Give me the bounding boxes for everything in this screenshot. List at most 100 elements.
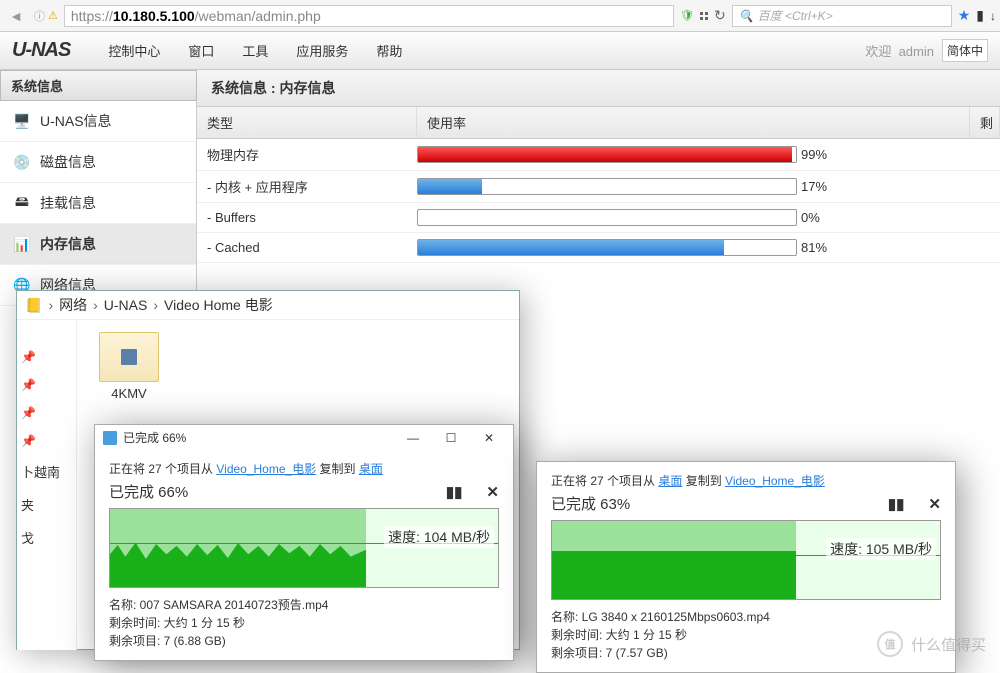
explorer-sidebar: 📌 📌 📌 📌 卜越南 夹 戈 xyxy=(17,320,77,650)
pin-icon[interactable]: 📌 xyxy=(21,406,36,420)
side-text: 戈 xyxy=(21,528,34,547)
logo: U-NAS xyxy=(12,39,70,62)
menu-services[interactable]: 应用服务 xyxy=(282,41,362,60)
sidebar-title: 系统信息 xyxy=(0,70,197,101)
folder-item[interactable]: 4KMV xyxy=(89,332,169,401)
row-label: - 内核 + 应用程序 xyxy=(197,177,417,196)
copy-info: 正在将 27 个项目从 Video_Home_电影 复制到 桌面 xyxy=(109,460,499,477)
source-link[interactable]: Video_Home_电影 xyxy=(216,462,316,476)
sidebar-label: U-NAS信息 xyxy=(40,111,112,131)
search-placeholder: 百度 <Ctrl+K> xyxy=(758,7,833,24)
usage-bar: 0% xyxy=(417,209,1000,226)
bc-unas[interactable]: U-NAS xyxy=(104,297,148,313)
usage-bar: 81% xyxy=(417,239,1000,256)
bc-sep: › xyxy=(48,297,53,313)
usage-pct: 99% xyxy=(801,147,827,162)
address-bar[interactable]: https://10.180.5.100/webman/admin.php xyxy=(64,5,674,27)
col-usage[interactable]: 使用率 xyxy=(417,107,970,138)
download-icon[interactable]: ↓ xyxy=(990,9,996,23)
browser-toolbar: ◄ ⓘ⚠ https://10.180.5.100/webman/admin.p… xyxy=(0,0,1000,32)
copy-icon xyxy=(103,431,117,445)
progress-text: 已完成 66% ▮▮ ✕ xyxy=(109,481,499,502)
breadcrumb[interactable]: 📒 › 网络 › U-NAS › Video Home 电影 xyxy=(17,291,519,320)
side-text: 夹 xyxy=(21,495,34,514)
menu-window[interactable]: 窗口 xyxy=(174,41,228,60)
folder-icon xyxy=(99,332,159,382)
search-input[interactable]: 🔍 百度 <Ctrl+K> xyxy=(732,5,952,27)
file-name: 007 SAMSARA 20140723预告.mp4 xyxy=(140,598,329,612)
minimize-button[interactable]: — xyxy=(397,431,429,445)
watermark: 值 什么值得买 xyxy=(877,631,986,657)
watermark-badge: 值 xyxy=(877,631,903,657)
usage-bar: 99% xyxy=(417,146,1000,163)
speed-label: 速度: 104 MB/秒 xyxy=(384,526,494,548)
shield-icon[interactable]: 🛡 xyxy=(680,9,694,22)
app-menubar: U-NAS 控制中心 窗口 工具 应用服务 帮助 欢迎 admin 简体中 xyxy=(0,32,1000,70)
table-header: 类型 使用率 剩 xyxy=(197,107,1000,139)
mount-icon: 🖴 xyxy=(12,193,32,213)
menu-control[interactable]: 控制中心 xyxy=(94,41,174,60)
menu-tools[interactable]: 工具 xyxy=(228,41,282,60)
sidebar: 🖥️ U-NAS信息 💿 磁盘信息 🖴 挂载信息 📊 内存信息 🌐 网络信息 xyxy=(0,101,197,306)
speed-label: 速度: 105 MB/秒 xyxy=(826,538,936,560)
side-text: 卜越南 xyxy=(21,462,60,481)
sidebar-item-memory[interactable]: 📊 内存信息 xyxy=(0,224,196,265)
items-remaining: 7 (7.57 GB) xyxy=(606,646,668,660)
speed-graph: 速度: 104 MB/秒 xyxy=(109,508,499,588)
copy-dialog-1[interactable]: 已完成 66% — ☐ ✕ 正在将 27 个项目从 Video_Home_电影 … xyxy=(94,424,514,661)
file-name: LG 3840 x 2160125Mbps0603.mp4 xyxy=(582,610,770,624)
apps-icon[interactable] xyxy=(700,12,708,20)
close-button[interactable]: ✕ xyxy=(473,431,505,445)
pause-button[interactable]: ▮▮ xyxy=(888,495,905,513)
usage-bar: 17% xyxy=(417,178,1000,195)
pin-icon[interactable]: 📌 xyxy=(21,434,36,448)
col-remain[interactable]: 剩 xyxy=(970,107,1000,138)
table-row: - Cached 81% xyxy=(197,233,1000,263)
time-remaining: 大约 1 分 15 秒 xyxy=(606,628,687,642)
usage-pct: 0% xyxy=(801,210,820,225)
back-icon[interactable]: ◄ xyxy=(4,4,28,28)
pause-button[interactable]: ▮▮ xyxy=(446,483,463,501)
bc-network[interactable]: 网络 xyxy=(59,295,87,315)
nas-icon: 🖥️ xyxy=(12,111,32,131)
col-type[interactable]: 类型 xyxy=(197,107,417,138)
url-scheme: https:// xyxy=(71,8,113,24)
cancel-button[interactable]: ✕ xyxy=(486,483,499,501)
pin-icon[interactable]: 📌 xyxy=(21,378,36,392)
search-icon: 🔍 xyxy=(739,9,754,23)
security-badge[interactable]: ⓘ⚠ xyxy=(34,8,58,24)
disk-icon: 💿 xyxy=(12,152,32,172)
bc-video[interactable]: Video Home 电影 xyxy=(164,295,273,315)
dest-link[interactable]: Video_Home_电影 xyxy=(725,474,825,488)
pin-icon[interactable]: 📌 xyxy=(21,350,36,364)
sidebar-item-mount[interactable]: 🖴 挂载信息 xyxy=(0,183,196,224)
speed-graph: 速度: 105 MB/秒 xyxy=(551,520,941,600)
dialog-body: 正在将 27 个项目从 Video_Home_电影 复制到 桌面 已完成 66%… xyxy=(95,450,513,660)
sidebar-label: 挂载信息 xyxy=(40,193,96,213)
row-label: 物理内存 xyxy=(197,145,417,164)
table-row: 物理内存 99% xyxy=(197,139,1000,171)
row-label: - Cached xyxy=(197,240,417,255)
items-remaining: 7 (6.88 GB) xyxy=(164,634,226,648)
dialog-titlebar[interactable]: 已完成 66% — ☐ ✕ xyxy=(95,425,513,450)
language-select[interactable]: 简体中 xyxy=(942,39,988,62)
time-remaining: 大约 1 分 15 秒 xyxy=(164,616,245,630)
computer-icon[interactable]: 📒 xyxy=(25,297,42,314)
maximize-button[interactable]: ☐ xyxy=(435,431,467,445)
cancel-button[interactable]: ✕ xyxy=(928,495,941,513)
dest-link[interactable]: 桌面 xyxy=(359,462,383,476)
star-icon[interactable]: ★ xyxy=(958,7,971,24)
dialog-title: 已完成 66% xyxy=(123,429,186,446)
content-title: 系统信息 : 内存信息 xyxy=(197,70,1000,107)
copy-info: 正在将 27 个项目从 桌面 复制到 Video_Home_电影 xyxy=(551,472,941,489)
row-label: - Buffers xyxy=(197,210,417,225)
url-path: /webman/admin.php xyxy=(195,8,321,24)
sidebar-item-disk[interactable]: 💿 磁盘信息 xyxy=(0,142,196,183)
reload-icon[interactable]: ↻ xyxy=(714,7,726,24)
url-host: 10.180.5.100 xyxy=(113,8,195,24)
source-link[interactable]: 桌面 xyxy=(658,474,682,488)
menu-help[interactable]: 帮助 xyxy=(362,41,416,60)
sidebar-item-unas[interactable]: 🖥️ U-NAS信息 xyxy=(0,101,196,142)
progress-text: 已完成 63% ▮▮ ✕ xyxy=(551,493,941,514)
bookmark-icon[interactable]: ▮ xyxy=(976,7,984,24)
